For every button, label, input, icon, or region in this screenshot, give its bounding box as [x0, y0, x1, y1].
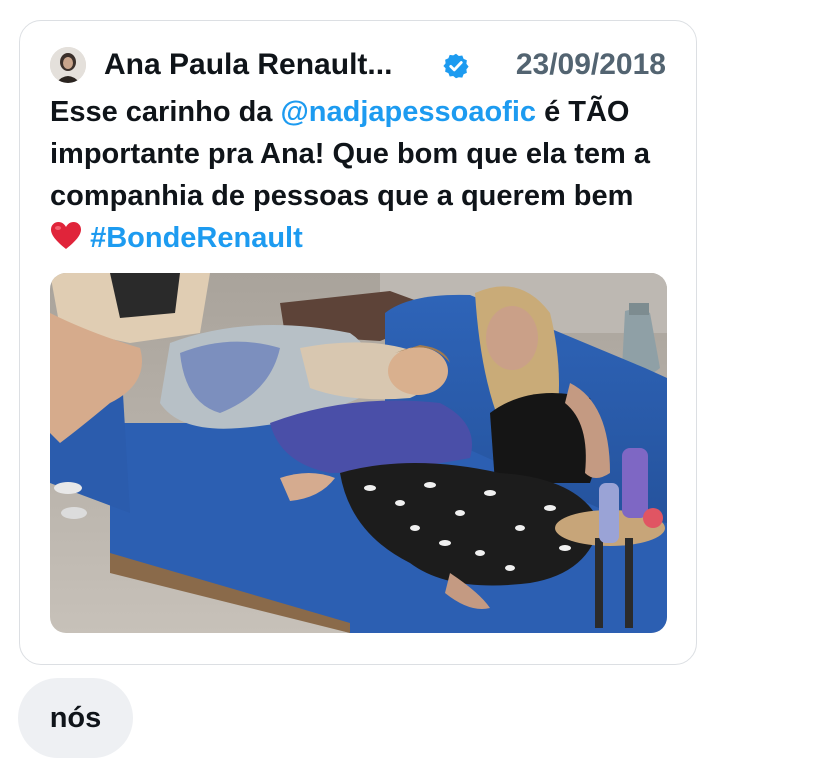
tweet-text-part-3 [82, 222, 90, 254]
photo-scene [50, 273, 667, 633]
tweet-date: 23/09/2018 [515, 48, 666, 81]
reply-message-bubble[interactable]: nós [18, 678, 133, 758]
quoted-tweet-card[interactable]: Ana Paula Renault... 23/09/2018 Esse car… [19, 20, 697, 665]
red-heart-icon [51, 222, 81, 249]
reply-message-text: nós [49, 701, 102, 734]
tweet-text-part-1: Esse carinho da [50, 96, 281, 128]
verified-badge-icon [443, 53, 469, 79]
avatar-image [50, 47, 86, 83]
hashtag-link[interactable]: #BondeRenault [90, 222, 303, 254]
tweet-text: Esse carinho da @nadjapessoaofic é TÃO i… [50, 91, 660, 259]
mention-link[interactable]: @nadjapessoaofic [281, 96, 537, 128]
tweet-header: Ana Paula Renault... 23/09/2018 [50, 45, 666, 85]
tweet-photo[interactable] [50, 273, 667, 633]
author-display-name[interactable]: Ana Paula Renault... [104, 48, 392, 82]
author-avatar[interactable] [50, 47, 86, 83]
